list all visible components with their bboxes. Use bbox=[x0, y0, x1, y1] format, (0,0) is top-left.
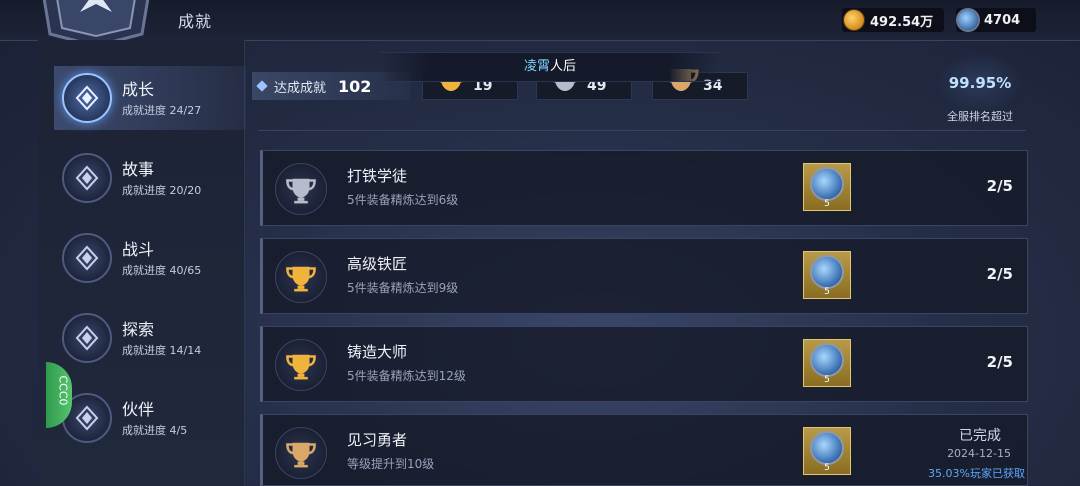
achievement-desc: 5件装备精炼达到9级 bbox=[347, 281, 459, 295]
gem-reward-icon bbox=[812, 169, 842, 199]
gem-reward-icon bbox=[812, 257, 842, 287]
achievement-desc: 5件装备精炼达到6级 bbox=[347, 193, 459, 207]
sidebar-item-label: 探索 bbox=[122, 320, 155, 339]
banner-player-name: 凌霄 bbox=[523, 59, 550, 74]
completion-percent: 35.03%玩家已获取 bbox=[928, 467, 1025, 480]
gem-amount: 4704 bbox=[984, 12, 1021, 28]
gem-reward-icon bbox=[812, 345, 842, 375]
rank-percent: 99.95% bbox=[948, 74, 1012, 92]
sidebar-item-label: 成长 bbox=[122, 80, 155, 99]
sidebar-item-partner[interactable]: 伙伴 成就进度 4/5 bbox=[54, 386, 246, 450]
achievement-progress: 2/5 bbox=[986, 177, 1013, 195]
gold-amount: 492.54万 bbox=[870, 14, 934, 30]
gold-trophy-icon bbox=[275, 339, 327, 391]
reward-item[interactable]: 5 bbox=[803, 163, 851, 211]
reward-quantity: 5 bbox=[824, 463, 830, 473]
sidebar-item-label: 战斗 bbox=[122, 240, 155, 259]
achievement-row[interactable]: 铸造大师 5件装备精炼达到12级 5 2/5 bbox=[260, 326, 1028, 402]
battle-category-icon bbox=[62, 233, 112, 283]
category-sidebar: 成长 成就进度 24/27 故事 成就进度 20/20 战斗 成就进度 40/6… bbox=[38, 40, 246, 486]
reward-item[interactable]: 5 bbox=[803, 339, 851, 387]
gold-trophy-icon bbox=[275, 251, 327, 303]
bronze-trophy-icon bbox=[275, 427, 327, 479]
reward-quantity: 5 bbox=[824, 287, 830, 297]
top-bar: 成就 492.54万 4704 bbox=[0, 0, 1080, 48]
sidebar-item-progress: 成就进度 14/14 bbox=[122, 344, 202, 357]
summary-value: 102 bbox=[338, 76, 372, 96]
divider bbox=[258, 130, 1026, 131]
completed-status: 已完成 bbox=[959, 428, 1001, 444]
sidebar-item-battle[interactable]: 战斗 成就进度 40/65 bbox=[54, 226, 246, 290]
player-broadcast-banner: 凌霄人后 bbox=[380, 52, 720, 82]
achievement-title: 打铁学徒 bbox=[347, 167, 408, 185]
growth-category-icon bbox=[62, 73, 112, 123]
gold-currency[interactable]: 492.54万 bbox=[842, 8, 944, 32]
rank-label: 全服排名超过 bbox=[947, 110, 1013, 123]
page-title: 成就 bbox=[178, 12, 213, 31]
banner-text: 人后 bbox=[550, 59, 577, 74]
achievement-row[interactable]: 见习勇者 等级提升到10级 5 已完成 2024-12-15 35.03%玩家已… bbox=[260, 414, 1028, 486]
reward-item[interactable]: 5 bbox=[803, 427, 851, 475]
achievement-progress: 2/5 bbox=[986, 353, 1013, 371]
achievement-desc: 等级提升到10级 bbox=[347, 457, 435, 471]
side-float-tab-label: CCC0 bbox=[56, 375, 70, 406]
sidebar-item-explore[interactable]: 探索 成就进度 14/14 bbox=[54, 306, 246, 370]
reward-quantity: 5 bbox=[824, 199, 830, 209]
achievement-title: 铸造大师 bbox=[347, 343, 408, 361]
gem-reward-icon bbox=[812, 433, 842, 463]
gem-currency[interactable]: 4704 bbox=[956, 8, 1036, 32]
sidebar-item-label: 伙伴 bbox=[122, 400, 155, 419]
sidebar-item-progress: 成就进度 4/5 bbox=[122, 424, 188, 437]
silver-trophy-icon bbox=[275, 163, 327, 215]
sidebar-item-story[interactable]: 故事 成就进度 20/20 bbox=[54, 146, 246, 210]
sidebar-item-growth[interactable]: 成长 成就进度 24/27 bbox=[54, 66, 246, 130]
achievement-title: 见习勇者 bbox=[347, 431, 408, 449]
completed-date: 2024-12-15 bbox=[947, 447, 1011, 460]
explore-category-icon bbox=[62, 313, 112, 363]
story-category-icon bbox=[62, 153, 112, 203]
achievement-row[interactable]: 高级铁匠 5件装备精炼达到9级 5 2/5 bbox=[260, 238, 1028, 314]
gold-coin-icon bbox=[844, 10, 864, 30]
summary-label: 达成成就 bbox=[274, 80, 327, 96]
achievement-title: 高级铁匠 bbox=[347, 255, 408, 273]
achievement-progress: 2/5 bbox=[986, 265, 1013, 283]
reward-quantity: 5 bbox=[824, 375, 830, 385]
sidebar-item-progress: 成就进度 40/65 bbox=[122, 264, 202, 277]
sidebar-item-label: 故事 bbox=[122, 160, 155, 179]
sidebar-item-progress: 成就进度 24/27 bbox=[122, 104, 202, 117]
gem-icon bbox=[958, 10, 978, 30]
sidebar-item-progress: 成就进度 20/20 bbox=[122, 184, 202, 197]
achievement-row[interactable]: 打铁学徒 5件装备精炼达到6级 5 2/5 bbox=[260, 150, 1028, 226]
achievement-desc: 5件装备精炼达到12级 bbox=[347, 369, 466, 383]
reward-item[interactable]: 5 bbox=[803, 251, 851, 299]
diamond-bullet-icon bbox=[256, 80, 268, 92]
